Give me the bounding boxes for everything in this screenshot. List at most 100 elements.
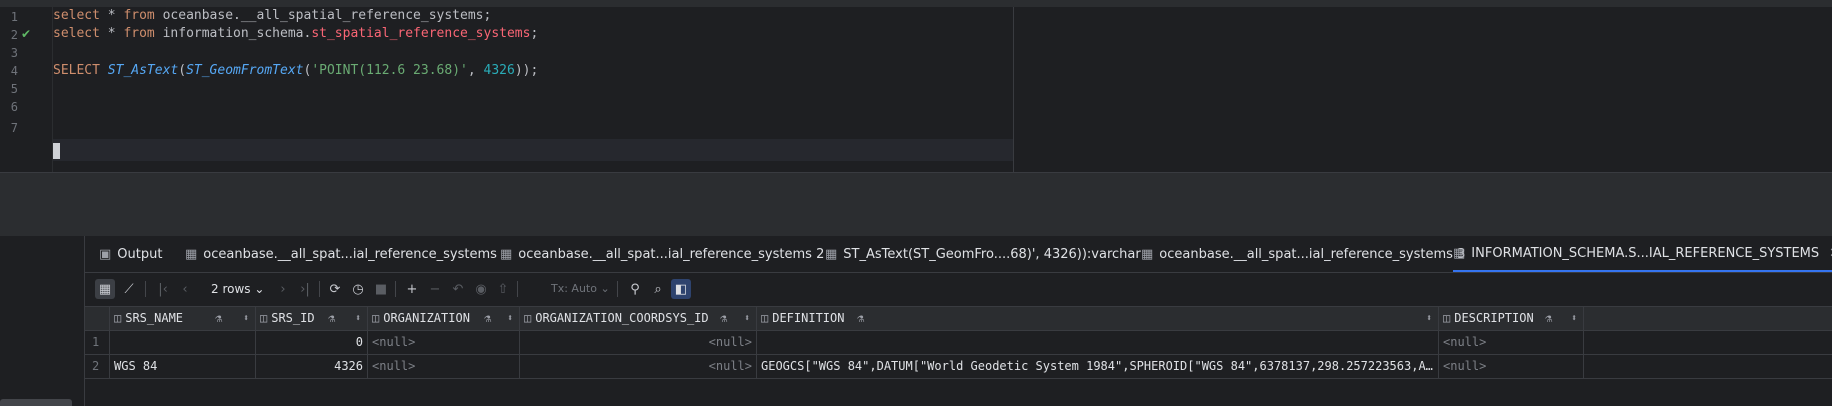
sidebar-scrollbar[interactable] — [0, 399, 72, 406]
sort-icon[interactable]: ⬍ — [1571, 307, 1577, 330]
keyword: from — [123, 8, 155, 23]
pin-icon: ⚲ — [630, 281, 640, 297]
keyword: SELECT — [53, 63, 100, 78]
panel-layout-button[interactable]: ◧ — [671, 279, 691, 299]
line-number: 2 — [10, 28, 18, 42]
table-icon: ▦ — [1453, 245, 1466, 261]
filter-icon[interactable]: ⚗ — [1545, 307, 1552, 330]
cell-description[interactable]: <null> — [1439, 355, 1584, 378]
sort-icon[interactable]: ⬍ — [744, 307, 750, 330]
column-header-organization-coordsys-id[interactable]: ◫ ORGANIZATION_COORDSYS_ID ⚗ ⬍ — [520, 307, 757, 330]
stop-button[interactable]: ■ — [371, 279, 391, 299]
cell-srs-name[interactable] — [110, 331, 256, 354]
cell-organization[interactable]: <null> — [368, 331, 520, 354]
first-page-button[interactable]: |‹ — [153, 279, 173, 299]
sort-icon[interactable]: ⬍ — [355, 307, 361, 330]
chart-icon: ⟋ — [124, 281, 134, 297]
cell-organization-coordsys-id[interactable]: <null> — [520, 331, 757, 354]
last-page-button[interactable]: ›| — [295, 279, 315, 299]
sort-icon[interactable]: ⬍ — [243, 307, 249, 330]
revert-button[interactable]: ↶ — [448, 279, 468, 299]
table-icon: ▦ — [1141, 246, 1154, 262]
line-number: 1 — [10, 10, 18, 24]
history-button[interactable]: ◷ — [348, 279, 368, 299]
chevron-down-icon: ⌄ — [254, 282, 265, 296]
code-area[interactable]: select * from oceanbase.__all_spatial_re… — [53, 7, 1013, 172]
table-row[interactable]: 1 0 <null> <null> <null> — [85, 331, 1832, 355]
preview-changes-button[interactable]: ◉ — [471, 279, 491, 299]
search-button[interactable]: ⌕ — [648, 279, 668, 299]
column-header-organization[interactable]: ◫ ORGANIZATION ⚗ ⬍ — [368, 307, 520, 330]
page-size-dropdown[interactable]: 2 rows ⌄ — [211, 279, 264, 299]
line-gutter: 1 2 ✔ 3 4 5 6 7 — [0, 7, 53, 172]
tab-output[interactable]: ▣ Output — [99, 236, 162, 272]
right-margin-guide — [1013, 7, 1014, 172]
text-caret — [53, 143, 60, 159]
filter-icon[interactable]: ⚗ — [328, 307, 335, 330]
toolbar-separator — [617, 281, 618, 297]
tab-result-2[interactable]: ▦ oceanbase.__all_spat...ial_reference_sy… — [500, 236, 824, 272]
layout-icon: ◧ — [674, 281, 688, 297]
chart-view-button[interactable]: ⟋ — [119, 279, 139, 299]
toolbar-separator — [517, 281, 518, 297]
panel-splitter[interactable] — [0, 173, 1832, 236]
keyword: from — [123, 26, 155, 41]
column-icon: ◫ — [260, 311, 268, 325]
column-header-definition[interactable]: ◫ DEFINITION ⚗ ⬍ — [757, 307, 1439, 330]
delete-row-button[interactable]: − — [425, 279, 445, 299]
code-text: information_schema. — [154, 26, 312, 41]
search-icon: ⌕ — [654, 281, 662, 297]
tab-label: oceanbase.__all_spat...ial_reference_sys… — [1159, 246, 1466, 262]
stop-icon: ■ — [374, 281, 388, 297]
minus-icon: − — [429, 281, 441, 297]
clock-icon: ◷ — [352, 281, 364, 297]
code-text: ( — [178, 63, 187, 78]
table-row[interactable]: 2 WGS 84 4326 <null> <null> GEOGCS["WGS … — [85, 355, 1832, 379]
table-view-button[interactable]: ▦ — [95, 279, 115, 299]
filter-icon[interactable]: ⚗ — [484, 307, 491, 330]
filter-icon[interactable]: ⚗ — [857, 307, 864, 330]
pin-tab-button[interactable]: ⚲ — [625, 279, 645, 299]
refresh-button[interactable]: ⟳ — [325, 279, 345, 299]
line-number: 3 — [10, 46, 18, 60]
cell-description[interactable]: <null> — [1439, 331, 1584, 354]
tab-label: oceanbase.__all_spat...ial_reference_sys… — [203, 246, 497, 262]
filter-icon[interactable]: ⚗ — [720, 307, 727, 330]
cell-definition[interactable]: GEOGCS["WGS 84",DATUM["World Geodetic Sy… — [757, 355, 1439, 378]
column-name: ORGANIZATION_COORDSYS_ID — [535, 311, 709, 325]
cell-organization[interactable]: <null> — [368, 355, 520, 378]
sort-icon[interactable]: ⬍ — [507, 307, 513, 330]
services-sidebar — [0, 236, 85, 406]
cell-srs-id[interactable]: 4326 — [256, 355, 368, 378]
code-line-2[interactable]: select * from information_schema.st_spat… — [53, 23, 538, 45]
next-page-button[interactable]: › — [273, 279, 293, 299]
column-header-srs-id[interactable]: ◫ SRS_ID ⚗ ⬍ — [256, 307, 368, 330]
result-toolbar: ▦ ⟋ |‹ ‹ 2 rows ⌄ › ›| ⟳ ◷ ■ + − ↶ ◉ ⇧ T… — [85, 273, 1832, 307]
code-text: * — [99, 8, 124, 23]
tab-result-1[interactable]: ▦ oceanbase.__all_spat...ial_reference_sy… — [185, 236, 497, 272]
grid-header: ◫ SRS_NAME ⚗ ⬍ ◫ SRS_ID ⚗ ⬍ ◫ ORGANIZATION ⚗ ⬍ ◫ O… — [85, 307, 1832, 331]
cell-definition[interactable] — [757, 331, 1439, 354]
tab-result-5[interactable]: ▦ INFORMATION_SCHEMA.S...IAL_REFERENCE_SY… — [1453, 236, 1832, 272]
column-header-description[interactable]: ◫ DESCRIPTION ⚗ ⬍ — [1439, 307, 1584, 330]
submit-button[interactable]: ⇧ — [493, 279, 513, 299]
filter-icon[interactable]: ⚗ — [215, 307, 222, 330]
cell-srs-name[interactable]: WGS 84 — [110, 355, 256, 378]
add-row-button[interactable]: + — [402, 279, 422, 299]
column-header-srs-name[interactable]: ◫ SRS_NAME ⚗ ⬍ — [110, 307, 256, 330]
sort-icon[interactable]: ⬍ — [1426, 307, 1432, 330]
cell-organization-coordsys-id[interactable]: <null> — [520, 355, 757, 378]
cell-srs-id[interactable]: 0 — [256, 331, 368, 354]
executed-check-icon: ✔ — [21, 27, 32, 41]
chevron-right-icon: › — [280, 281, 286, 297]
previous-page-button[interactable]: ‹ — [175, 279, 195, 299]
tab-result-3[interactable]: ▦ ST_AsText(ST_GeomFro....68)', 4326)):va… — [825, 236, 1141, 272]
tab-label: Output — [117, 246, 163, 262]
sql-editor[interactable]: 1 2 ✔ 3 4 5 6 7 select * from oceanbase.… — [0, 7, 1832, 173]
unresolved-table: st_spatial_reference_systems — [311, 26, 531, 41]
code-line-4[interactable]: SELECT ST_AsText(ST_GeomFromText('POINT(… — [53, 60, 538, 82]
code-text: , — [467, 63, 484, 78]
tab-result-4[interactable]: ▦ oceanbase.__all_spat...ial_reference_sy… — [1141, 236, 1465, 272]
grid-icon: ▦ — [98, 281, 112, 297]
transaction-mode-dropdown[interactable]: Tx: Auto ⌄ — [551, 279, 610, 299]
